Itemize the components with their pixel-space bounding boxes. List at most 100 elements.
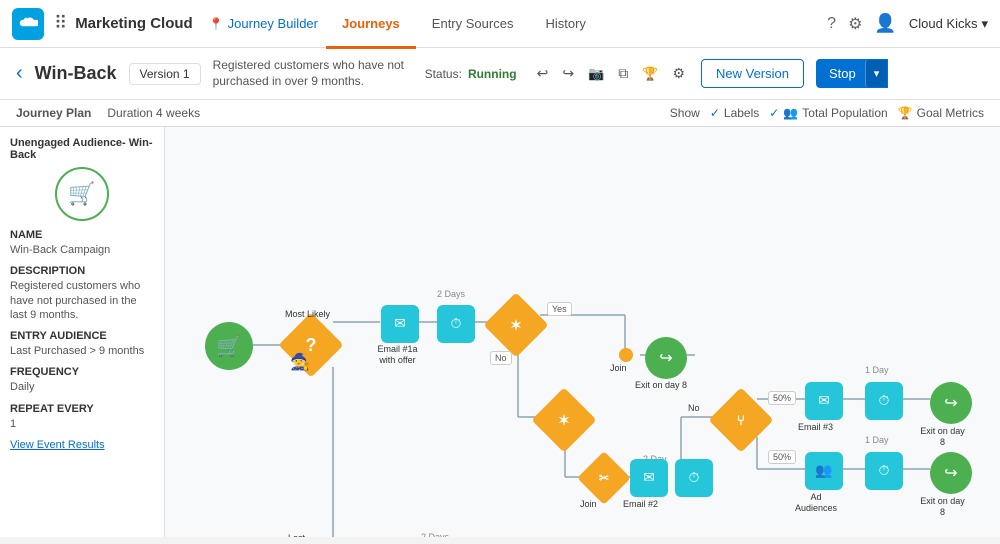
split1-container[interactable]: ✶	[493, 302, 539, 348]
back-button[interactable]: ‹	[16, 62, 23, 85]
exit-icon: ↪	[659, 348, 672, 368]
email1a-node[interactable]: ✉	[381, 305, 419, 343]
split3-no-label: No	[688, 403, 700, 414]
view-results-link[interactable]: View Event Results	[10, 439, 154, 451]
org-switcher[interactable]: Cloud Kicks ▾	[909, 16, 988, 32]
exit1-node[interactable]: ↪	[645, 337, 687, 379]
email2-node[interactable]: ✉	[630, 459, 668, 497]
timer3-node[interactable]: ⏱	[865, 382, 903, 420]
timer4-node[interactable]: ⏱	[865, 452, 903, 490]
tab-history[interactable]: History	[529, 1, 601, 49]
ad-audiences-label: AdAudiences	[795, 492, 837, 514]
description-label: DESCRIPTION	[10, 265, 154, 277]
timer1-node[interactable]: ⏱	[437, 305, 475, 343]
undo-icon[interactable]: ↩	[533, 61, 553, 86]
total-population-toggle[interactable]: ✓ 👥 Total Population	[769, 106, 887, 120]
nav-tabs: Journeys Entry Sources History	[326, 0, 602, 47]
canvas-area: Unengaged Audience- Win-Back 🛒 NAME Win-…	[0, 127, 1000, 537]
exit2-node[interactable]: ↪	[930, 382, 972, 424]
email1a-label: Email #1awith offer	[370, 344, 425, 366]
show-area: Show ✓ Labels ✓ 👥 Total Population 🏆 Goa…	[670, 106, 984, 120]
entry-audience-label: ENTRY AUDIENCE	[10, 330, 154, 342]
toolbar-actions: ↩ ↪ 📷 ⧉ 🏆 ⚙	[533, 61, 689, 86]
total-pop-check-icon: ✓	[769, 106, 779, 120]
email2-icon: ✉	[643, 469, 655, 486]
split3-50-bottom: 50%	[768, 450, 796, 464]
timer2-node[interactable]: ⏱	[675, 459, 713, 497]
cart-icon-circle: 🛒	[55, 167, 109, 221]
trophy-show-icon: 🏆	[898, 106, 913, 120]
day-label-4: 1 Day	[865, 435, 889, 445]
split1-icon: ✶	[493, 302, 539, 348]
cart-icon: 🛒	[68, 181, 95, 207]
trophy-icon[interactable]: 🏆	[638, 62, 662, 86]
breadcrumb-separator: 📍	[209, 17, 224, 31]
nav-right: ? ⚙ 👤 Cloud Kicks ▾	[827, 13, 988, 34]
split3-icon: ⑂	[718, 397, 764, 443]
screenshot-icon[interactable]: 📷	[584, 62, 608, 86]
repeat-label: REPEAT EVERY	[10, 403, 154, 415]
split1-yes-label: Yes	[547, 302, 572, 316]
user-avatar-icon[interactable]: 👤	[874, 13, 896, 34]
left-panel: Unengaged Audience- Win-Back 🛒 NAME Win-…	[0, 127, 165, 537]
app-grid-icon[interactable]: ⠿	[54, 13, 67, 34]
exit1-label: Exit on day 8	[635, 380, 687, 391]
journey-name: Win-Back	[35, 63, 117, 84]
tab-entry-sources[interactable]: Entry Sources	[416, 1, 530, 49]
name-label: NAME	[10, 229, 154, 241]
clock-icon: ⏱	[451, 315, 462, 332]
clock3-icon: ⏱	[879, 392, 890, 409]
day-label-3: 1 Day	[865, 365, 889, 375]
split3-container[interactable]: ⑂	[718, 397, 764, 443]
entry-cart-icon: 🛒	[217, 334, 242, 359]
clock2-icon: ⏱	[689, 469, 700, 486]
most-likely-label: Most Likely	[285, 309, 330, 320]
exit3-node[interactable]: ↪	[930, 452, 972, 494]
entry-audience-value: Last Purchased > 9 months	[10, 344, 154, 358]
stop-dropdown-button[interactable]: ▾	[865, 59, 889, 88]
app-name: Marketing Cloud	[75, 15, 193, 32]
exit2-label: Exit on day 8	[920, 426, 965, 448]
settings-nav-icon[interactable]: ⚙	[848, 14, 862, 34]
breadcrumb-journey-builder[interactable]: Journey Builder	[228, 16, 318, 31]
email3-node[interactable]: ✉	[805, 382, 843, 420]
entry-node[interactable]: 🛒	[205, 322, 253, 370]
new-version-button[interactable]: New Version	[701, 59, 804, 88]
show-label: Show	[670, 106, 700, 120]
join2-icon: ✂	[585, 459, 623, 497]
tab-journeys[interactable]: Journeys	[326, 1, 416, 49]
stop-button[interactable]: Stop	[816, 59, 869, 88]
status-value: Running	[468, 67, 517, 81]
split2-icon: ✶	[541, 397, 587, 443]
top-navigation: ⠿ Marketing Cloud 📍 Journey Builder Jour…	[0, 0, 1000, 48]
split2-container[interactable]: ✶	[541, 397, 587, 443]
email-icon: ✉	[394, 315, 406, 332]
join-dot	[619, 348, 633, 362]
last-likely-label: LestLikely	[285, 533, 308, 537]
journey-plan-bar: Journey Plan Duration 4 weeks Show ✓ Lab…	[0, 100, 1000, 127]
join2-container[interactable]: ✂	[585, 459, 623, 497]
name-value: Win-Back Campaign	[10, 243, 154, 257]
labels-toggle[interactable]: ✓ Labels	[710, 106, 759, 120]
email3-label: Email #3	[798, 422, 833, 433]
email3-icon: ✉	[818, 392, 830, 409]
decision1-container[interactable]: ? 🧙	[288, 322, 334, 368]
people-icon: 👥	[783, 106, 798, 120]
clock4-icon: ⏱	[879, 462, 890, 479]
ad-icon: 👥	[815, 462, 832, 479]
ad-audiences-node[interactable]: 👥	[805, 452, 843, 490]
settings-tool-icon[interactable]: ⚙	[668, 61, 689, 86]
redo-icon[interactable]: ↪	[558, 61, 578, 86]
journey-toolbar: ‹ Win-Back Version 1 Registered customer…	[0, 48, 1000, 100]
labels-check-icon: ✓	[710, 106, 720, 120]
flow-container: 🛒 ? 🧙 Most Likely ✉ Email #1awith offer …	[185, 147, 965, 537]
journey-canvas[interactable]: 🛒 ? 🧙 Most Likely ✉ Email #1awith offer …	[165, 127, 1000, 537]
wizard-icon: 🧙	[290, 352, 310, 372]
help-icon[interactable]: ?	[827, 15, 836, 33]
day-label-1: 2 Days	[437, 289, 465, 299]
audience-title: Unengaged Audience- Win-Back	[10, 137, 154, 161]
copy-icon[interactable]: ⧉	[614, 61, 632, 86]
join2-label: Join	[580, 499, 597, 510]
exit3-label: Exit on day 8	[920, 496, 965, 518]
goal-metrics-toggle[interactable]: 🏆 Goal Metrics	[898, 106, 984, 120]
